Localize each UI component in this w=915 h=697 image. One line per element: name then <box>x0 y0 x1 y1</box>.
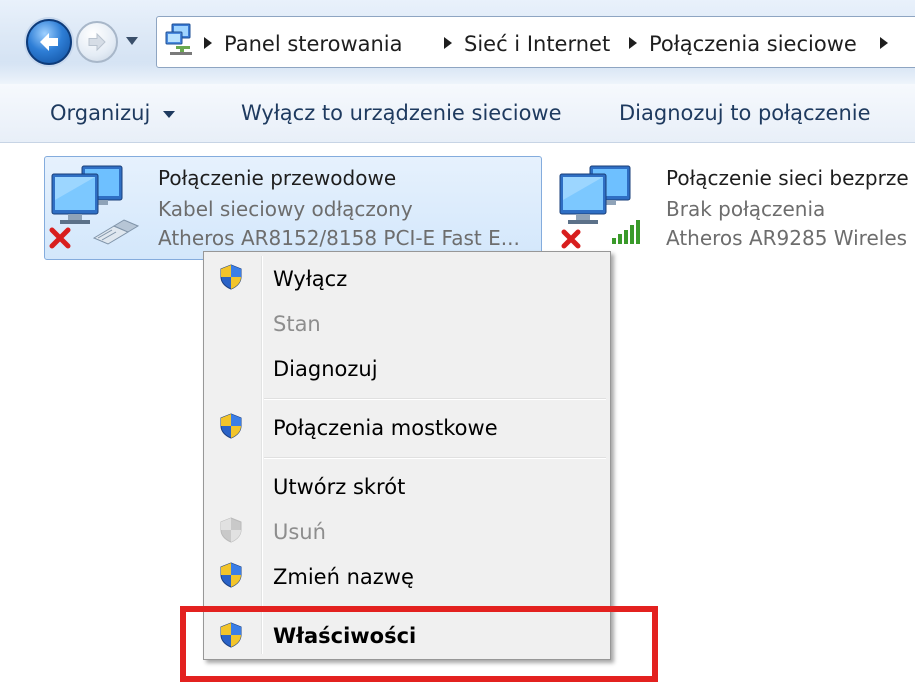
chevron-down-icon <box>126 37 138 45</box>
uac-shield-icon <box>219 562 243 592</box>
connection-adapter: Atheros AR9285 Wireles <box>666 226 908 250</box>
uac-shield-icon <box>219 413 243 443</box>
organize-dropdown-arrow-icon[interactable] <box>163 111 175 118</box>
menu-icon-gutter <box>261 256 263 654</box>
context-menu <box>203 251 611 660</box>
control-panel-icon <box>164 22 196 60</box>
menu-separator <box>264 457 606 459</box>
recent-pages-dropdown[interactable] <box>124 32 140 51</box>
menu-item-rename[interactable]: Zmień nazwę <box>273 564 414 590</box>
uac-shield-disabled-icon <box>219 517 243 547</box>
connection-adapter: Atheros AR8152/8158 PCI-E Fast E... <box>158 226 520 250</box>
uac-shield-icon <box>219 264 243 294</box>
forward-arrow-icon <box>88 32 106 52</box>
menu-item-delete: Usuń <box>273 520 326 544</box>
menu-item-status: Stan <box>273 312 321 336</box>
breadcrumb-separator[interactable] <box>444 37 452 49</box>
menu-separator <box>264 398 606 400</box>
breadcrumb-network-internet[interactable]: Sieć i Internet <box>464 31 610 57</box>
menu-item-create-shortcut[interactable]: Utwórz skrót <box>273 474 405 500</box>
organize-button[interactable]: Organizuj <box>50 100 150 126</box>
menu-item-diagnose[interactable]: Diagnozuj <box>273 356 378 382</box>
back-button[interactable] <box>26 19 72 65</box>
highlight-box <box>180 606 658 682</box>
wireless-network-disconnected-icon[interactable] <box>556 160 656 262</box>
breadcrumb-separator[interactable] <box>880 37 888 49</box>
forward-button[interactable] <box>76 21 118 63</box>
menu-item-bridge-connections[interactable]: Połączenia mostkowe <box>273 415 498 441</box>
breadcrumb-network-connections[interactable]: Połączenia sieciowe <box>649 31 857 57</box>
breadcrumb-separator[interactable] <box>629 37 637 49</box>
connection-status: Brak połączenia <box>666 197 826 221</box>
connection-status: Kabel sieciowy odłączony <box>158 197 413 221</box>
breadcrumb-control-panel[interactable]: Panel sterowania <box>224 31 403 57</box>
connection-title[interactable]: Połączenie sieci bezprze <box>666 166 909 190</box>
wired-network-disconnected-icon <box>48 160 144 262</box>
back-arrow-icon <box>40 33 58 51</box>
diagnose-connection-button[interactable]: Diagnozuj to połączenie <box>619 100 871 126</box>
menu-item-disable[interactable]: Wyłącz <box>273 266 347 292</box>
connection-title: Połączenie przewodowe <box>158 166 397 190</box>
breadcrumb-separator[interactable] <box>204 37 212 49</box>
disable-device-button[interactable]: Wyłącz to urządzenie sieciowe <box>241 100 562 126</box>
